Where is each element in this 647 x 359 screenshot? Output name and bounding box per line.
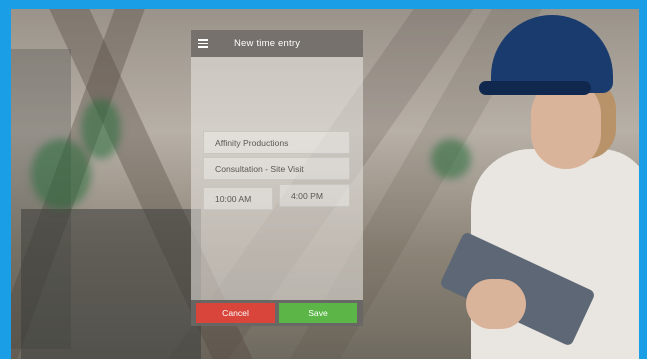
save-button[interactable]: Save <box>279 303 357 323</box>
client-field[interactable]: Affinity Productions <box>203 131 350 154</box>
hamburger-icon[interactable] <box>198 39 208 48</box>
panel-header: New time entry <box>191 30 363 57</box>
activity-field[interactable]: Consultation - Site Visit <box>203 157 350 180</box>
end-time-field[interactable]: 4:00 PM <box>279 184 350 207</box>
video-frame: New time entry Affinity Productions Cons… <box>0 0 647 359</box>
panel-footer: Cancel Save <box>191 300 363 326</box>
time-entry-panel: New time entry Affinity Productions Cons… <box>191 30 363 326</box>
panel-title: New time entry <box>234 38 301 49</box>
hand <box>466 279 526 329</box>
hardhat-brim <box>479 81 591 95</box>
cancel-button[interactable]: Cancel <box>196 303 275 323</box>
start-time-field[interactable]: 10:00 AM <box>203 187 273 210</box>
